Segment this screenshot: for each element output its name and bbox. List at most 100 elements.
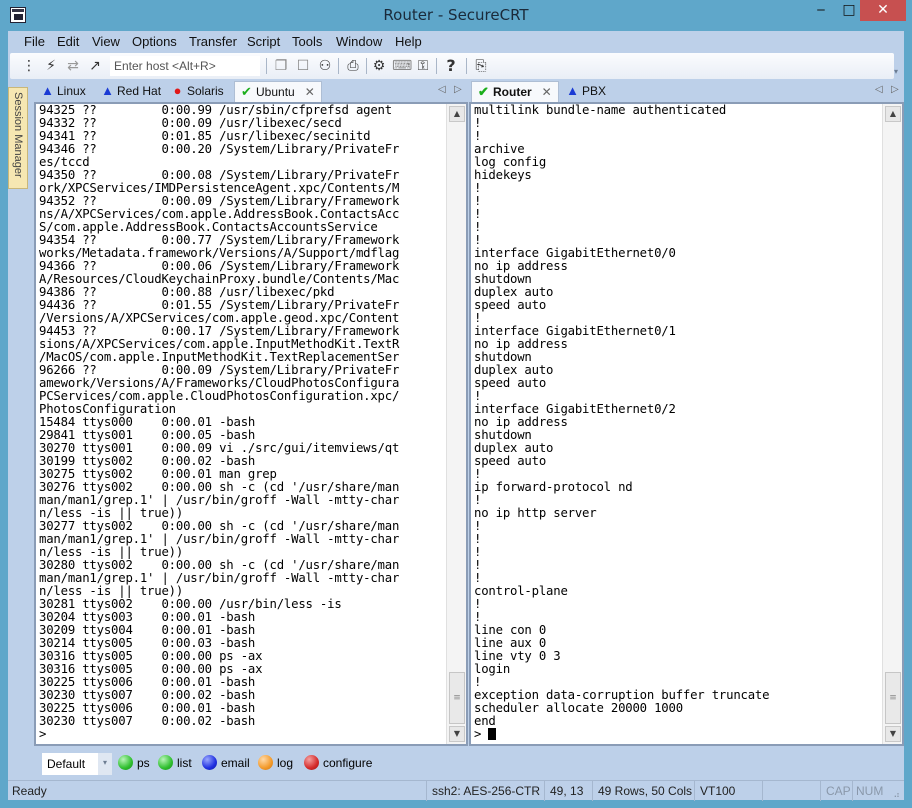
session-log-icon[interactable]: ⎘ <box>472 57 490 75</box>
close-tab-icon[interactable]: ✕ <box>542 85 552 99</box>
button-email[interactable]: email <box>202 755 250 771</box>
tab-label: PBX <box>582 84 607 98</box>
menu-script[interactable]: Script <box>247 34 280 49</box>
tab-label: Router <box>493 85 532 99</box>
resize-grip-icon[interactable]: ⣠ <box>893 787 900 798</box>
red-ball-icon <box>304 755 319 770</box>
scrollbar-thumb[interactable]: ≡ <box>885 672 901 724</box>
menu-view[interactable]: View <box>92 34 120 49</box>
status-divider <box>820 781 821 801</box>
vertical-scrollbar[interactable]: ▲ ≡ ▼ <box>882 104 902 744</box>
menu-window[interactable]: Window <box>336 34 382 49</box>
terminal-output: multilink bundle-name authenticated!! arc… <box>474 104 880 741</box>
warning-icon: ▲ <box>41 83 54 98</box>
reconnect-icon[interactable]: ⇄ <box>64 57 82 75</box>
tab-linux[interactable]: ▲ Linux <box>36 81 90 102</box>
status-text: Ready <box>12 784 47 798</box>
client-area: File Edit View Options Transfer Script T… <box>8 31 904 801</box>
tab-red-hat[interactable]: ▲ Red Hat <box>96 81 165 102</box>
button-label: list <box>177 756 192 770</box>
quick-connect-icon[interactable]: ⚡ <box>42 57 60 75</box>
menu-tools-label: Tools <box>292 34 323 49</box>
terminal-line: ! <box>474 597 482 611</box>
tab-router[interactable]: ✔ Router ✕ <box>471 81 559 102</box>
print-icon[interactable]: ⎙ <box>344 57 362 75</box>
menu-options[interactable]: Options <box>132 34 177 49</box>
terminal-line: ! <box>474 181 482 195</box>
title-bar[interactable]: Router - SecureCRT ‒ □ ✕ <box>0 0 912 31</box>
status-bar: Ready ssh2: AES-256-CTR 49, 13 49 Rows, … <box>8 780 904 801</box>
chevron-down-icon[interactable]: ▾ <box>98 753 112 775</box>
status-emulation: VT100 <box>700 784 736 798</box>
host-input[interactable]: Enter host <Alt+R> <box>110 56 260 76</box>
menu-help[interactable]: Help <box>395 34 422 49</box>
toolbar-separator <box>466 58 467 74</box>
tab-solaris[interactable]: ● Solaris <box>166 81 228 102</box>
copy-icon[interactable]: ❐ <box>272 57 290 75</box>
terminal-line: ! <box>474 519 482 533</box>
help-icon[interactable]: ? <box>442 57 460 75</box>
menu-file[interactable]: File <box>24 34 45 49</box>
terminal-line: speed auto <box>474 298 547 312</box>
terminal-prompt: > <box>474 728 880 741</box>
button-label: log <box>277 756 294 770</box>
status-divider <box>592 781 593 801</box>
left-tab-strip: ▲ Linux ▲ Red Hat ● Solaris ✔ Ubuntu ✕ ◁ ▷ <box>34 79 468 102</box>
button-configure[interactable]: configure <box>304 755 372 771</box>
tab-ubuntu[interactable]: ✔ Ubuntu ✕ <box>234 81 322 102</box>
scroll-down-arrow[interactable]: ▼ <box>885 726 901 742</box>
scroll-down-arrow[interactable]: ▼ <box>449 726 465 742</box>
tab-scroll-left-icon[interactable]: ◁ <box>875 84 883 95</box>
scrollbar-thumb[interactable]: ≡ <box>449 672 465 724</box>
terminal-line: 30230 ttys007 0:00.02 -bash <box>39 714 256 728</box>
tab-scroll-right-icon[interactable]: ▷ <box>891 84 899 95</box>
minimize-button[interactable]: ‒ <box>808 0 834 21</box>
toolbar-separator <box>266 58 267 74</box>
tab-scroll-right-icon[interactable]: ▷ <box>454 84 462 95</box>
paste-icon[interactable]: ☐ <box>294 57 312 75</box>
button-ps[interactable]: ps <box>118 755 150 771</box>
button-list[interactable]: list <box>158 755 192 771</box>
toolbar-overflow-icon[interactable]: ▾ <box>894 67 902 77</box>
terminal-line: ! <box>474 558 482 572</box>
terminal-line: control-plane <box>474 584 568 598</box>
connect-icon[interactable]: ⋮ <box>20 57 38 75</box>
terminal-line: ip forward-protocol nd <box>474 480 633 494</box>
terminal-line: no ip address <box>474 337 568 351</box>
securecrt-window: Router - SecureCRT ‒ □ ✕ File Edit View … <box>0 0 912 808</box>
terminal-ubuntu[interactable]: 94325 ?? 0:00.99 /usr/sbin/cfprefsd agen… <box>34 102 468 746</box>
terminal-line: no ip http server <box>474 506 597 520</box>
close-button[interactable]: ✕ <box>860 0 906 21</box>
tab-label: Solaris <box>187 84 224 98</box>
status-divider <box>694 781 695 801</box>
key-icon[interactable]: ⚿ <box>414 57 432 75</box>
green-ball-icon <box>118 755 133 770</box>
menu-tools[interactable]: Tools <box>292 34 322 49</box>
find-icon[interactable]: ⚇ <box>316 57 334 75</box>
button-bar-select[interactable]: Default <box>42 753 104 775</box>
tab-scroll-left-icon[interactable]: ◁ <box>438 84 446 95</box>
maximize-button[interactable]: □ <box>836 0 862 21</box>
close-tab-icon[interactable]: ✕ <box>305 85 315 99</box>
terminal-line: ! <box>474 129 482 143</box>
green-ball-icon <box>158 755 173 770</box>
scroll-up-arrow[interactable]: ▲ <box>885 106 901 122</box>
settings-icon[interactable]: ⚙ <box>370 57 388 75</box>
menu-transfer[interactable]: Transfer <box>189 34 237 49</box>
session-manager-tab[interactable]: Session Manager <box>8 87 28 189</box>
tab-pbx[interactable]: ▲ PBX <box>561 81 610 102</box>
terminal-router[interactable]: multilink bundle-name authenticated!! arc… <box>469 102 904 746</box>
terminal-line: ! <box>474 545 482 559</box>
menu-bar: File Edit View Options Transfer Script T… <box>8 31 904 53</box>
scroll-up-arrow[interactable]: ▲ <box>449 106 465 122</box>
terminal-line: no ip address <box>474 259 568 273</box>
keymap-icon[interactable]: ⌨ <box>392 57 412 75</box>
button-label: email <box>221 756 250 770</box>
button-log[interactable]: log <box>258 755 293 771</box>
vertical-scrollbar[interactable]: ▲ ≡ ▼ <box>446 104 466 744</box>
terminal-line: log config <box>474 155 547 169</box>
terminal-line: > <box>39 727 47 741</box>
terminal-line: multilink bundle-name authenticated <box>474 103 727 117</box>
menu-edit[interactable]: Edit <box>57 34 79 49</box>
disconnect-icon[interactable]: ↗ <box>86 57 104 75</box>
